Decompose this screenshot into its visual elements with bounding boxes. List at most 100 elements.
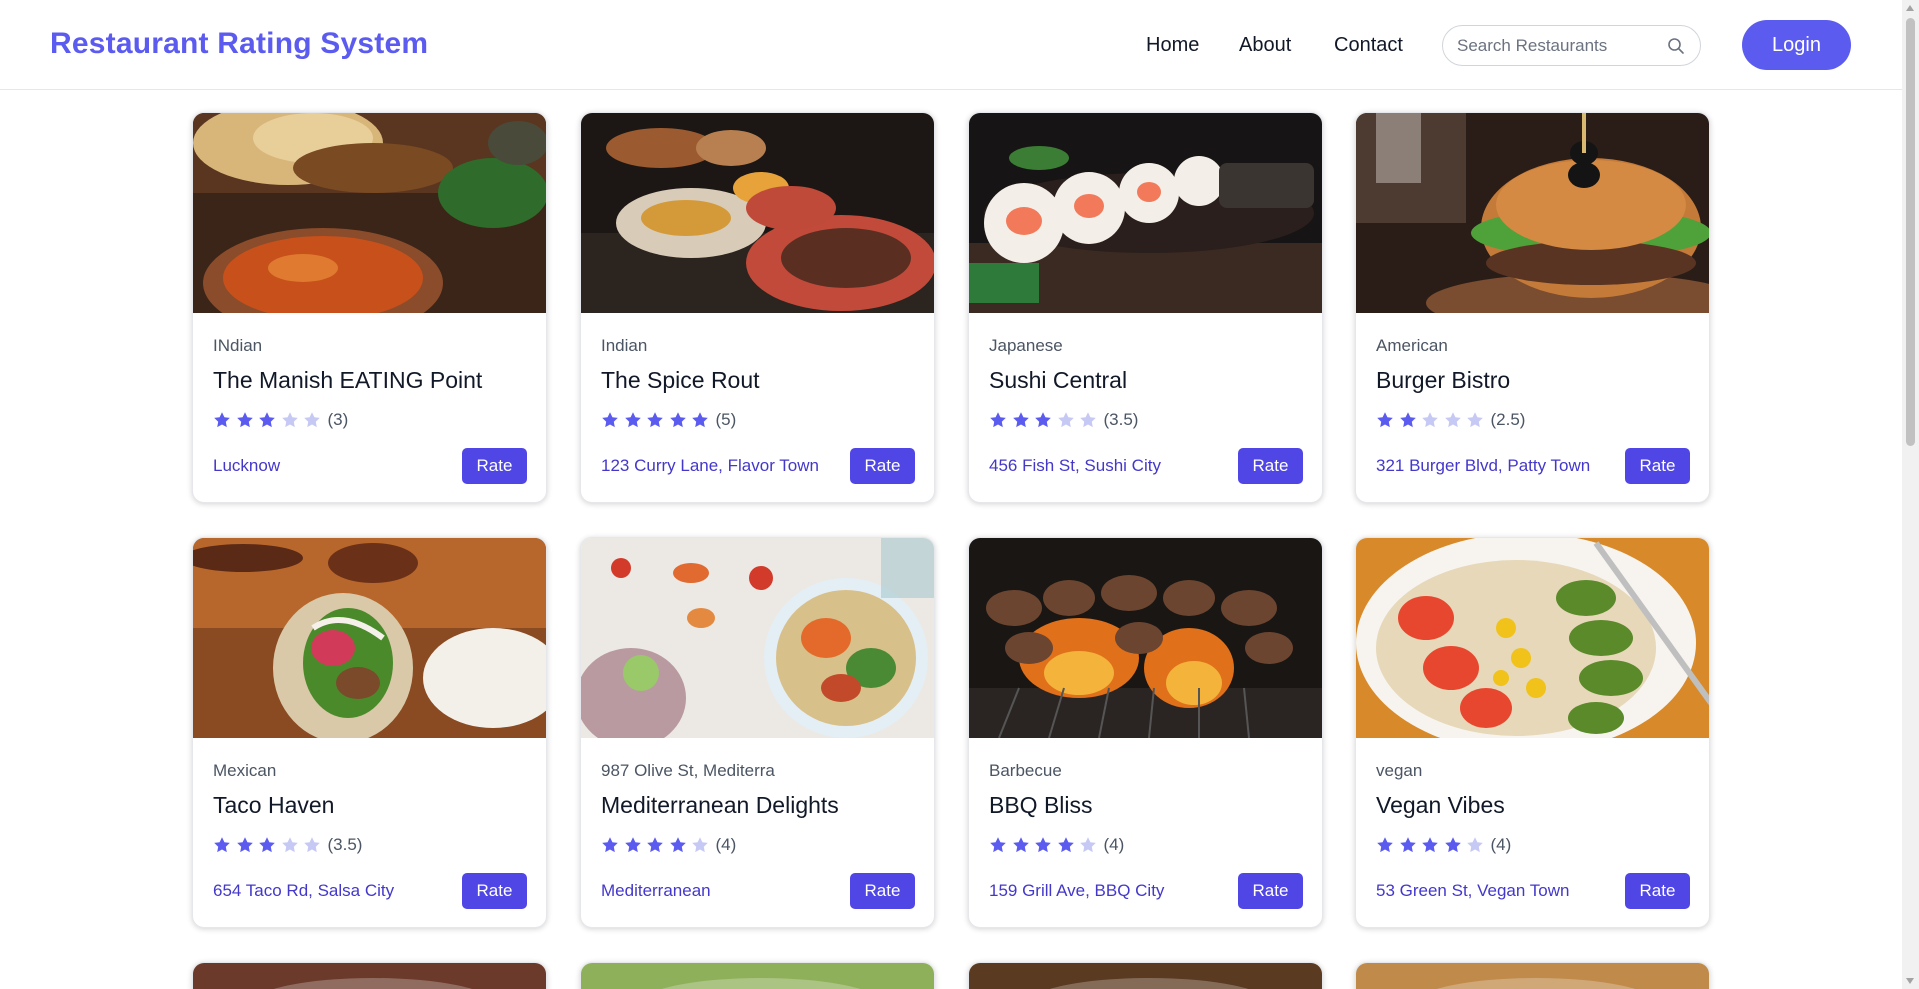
star-filled-icon (990, 412, 1006, 428)
restaurant-cuisine: Japanese (989, 336, 1063, 355)
star-filled-icon (214, 837, 230, 853)
restaurant-card[interactable]: vegan Vegan Vibes (4) 53 Green St, Vegan To… (1355, 537, 1710, 928)
restaurant-card[interactable]: INdian The Manish EATING Point (3) Lucknow R… (192, 112, 547, 503)
star-filled-icon (602, 837, 618, 853)
rate-button[interactable]: Rate (850, 873, 915, 909)
rate-button[interactable]: Rate (1625, 448, 1690, 484)
search-box (1442, 25, 1701, 66)
rating-value: (3) (327, 410, 349, 429)
restaurant-image (581, 113, 934, 313)
restaurant-cuisine: vegan (1376, 761, 1423, 780)
star-rating: (3) (213, 410, 348, 430)
star-empty-icon (1467, 837, 1483, 853)
rate-button[interactable]: Rate (850, 448, 915, 484)
restaurant-location-link[interactable]: 159 Grill Ave, BBQ City (989, 881, 1164, 901)
rate-button[interactable]: Rate (1238, 873, 1303, 909)
page-scrollbar[interactable] (1902, 0, 1919, 989)
star-empty-icon (692, 837, 708, 853)
scroll-up-arrow-icon[interactable] (1906, 5, 1914, 11)
restaurant-card[interactable]: American Burger Bistro (2.5) 321 Burger Blv… (1355, 112, 1710, 503)
restaurant-location-link[interactable]: 456 Fish St, Sushi City (989, 456, 1161, 476)
rating-value: (5) (715, 410, 737, 429)
restaurant-card[interactable]: Mexican Taco Haven (3.5) 654 Taco Rd, Salsa… (192, 537, 547, 928)
star-rating: (3.5) (213, 835, 362, 855)
search-icon[interactable] (1666, 36, 1686, 56)
star-filled-icon (1012, 412, 1029, 428)
star-empty-icon (281, 837, 298, 853)
restaurant-location-link[interactable]: 123 Curry Lane, Flavor Town (601, 456, 819, 476)
search-input[interactable] (1457, 35, 1657, 57)
star-empty-icon (1444, 412, 1461, 428)
restaurant-image (969, 963, 1322, 989)
restaurant-location-link[interactable]: Mediterranean (601, 881, 711, 901)
restaurant-card[interactable] (192, 962, 547, 989)
restaurant-cuisine: American (1376, 336, 1448, 355)
restaurant-image (969, 113, 1322, 313)
star-filled-icon (1422, 837, 1438, 853)
rate-button[interactable]: Rate (1625, 873, 1690, 909)
star-filled-icon (1399, 412, 1416, 428)
rating-value: (4) (1490, 835, 1512, 854)
star-filled-icon (1035, 412, 1051, 428)
rating-value: (4) (715, 835, 737, 854)
restaurant-name: BBQ Bliss (989, 792, 1093, 818)
naan-curry-photo (193, 113, 546, 313)
star-empty-icon (304, 837, 320, 853)
nav-link-about[interactable]: About (1239, 34, 1291, 57)
star-filled-icon (647, 412, 663, 428)
restaurant-location-link[interactable]: 654 Taco Rd, Salsa City (213, 881, 394, 901)
restaurant-card[interactable]: Japanese Sushi Central (3.5) 456 Fish St, S… (968, 112, 1323, 503)
rate-button[interactable]: Rate (462, 873, 527, 909)
restaurant-card[interactable]: 987 Olive St, Mediterra Mediterranean Del… (580, 537, 935, 928)
restaurant-location-link[interactable]: 53 Green St, Vegan Town (1376, 881, 1569, 901)
restaurant-image (1356, 963, 1709, 989)
star-empty-icon (1080, 837, 1096, 853)
indian-platter-photo (581, 113, 934, 313)
rate-button[interactable]: Rate (462, 448, 527, 484)
star-rating: (5) (601, 410, 736, 430)
restaurant-card[interactable] (580, 962, 935, 989)
nav-link-contact[interactable]: Contact (1334, 34, 1403, 57)
star-filled-icon (624, 837, 641, 853)
restaurant-card[interactable]: Indian The Spice Rout (5) 123 Curry Lane, F… (580, 112, 935, 503)
scroll-thumb[interactable] (1906, 18, 1915, 446)
brand-title[interactable]: Restaurant Rating System (50, 27, 428, 61)
star-rating: (3.5) (989, 410, 1138, 430)
restaurant-image (581, 538, 934, 738)
star-empty-icon (1422, 412, 1438, 428)
star-filled-icon (1012, 837, 1029, 853)
salad-bowl-photo (581, 538, 934, 738)
restaurant-name: The Spice Rout (601, 367, 760, 393)
star-filled-icon (624, 412, 641, 428)
restaurant-card[interactable]: Barbecue BBQ Bliss (4) 159 Grill Ave, BBQ C… (968, 537, 1323, 928)
grill-skewers-photo (969, 538, 1322, 738)
star-filled-icon (1377, 837, 1393, 853)
restaurant-card[interactable] (968, 962, 1323, 989)
restaurant-location-link[interactable]: Lucknow (213, 456, 280, 476)
restaurant-location-link[interactable]: 321 Burger Blvd, Patty Town (1376, 456, 1590, 476)
star-empty-icon (1080, 412, 1096, 428)
restaurant-image (1356, 113, 1709, 313)
rating-value: (3.5) (327, 835, 363, 854)
restaurant-name: Taco Haven (213, 792, 335, 818)
avocado-plate-photo (1356, 538, 1709, 738)
restaurant-name: Sushi Central (989, 367, 1128, 393)
star-filled-icon (259, 412, 275, 428)
scroll-down-arrow-icon[interactable] (1906, 978, 1914, 984)
restaurant-image (581, 963, 934, 989)
restaurant-image (193, 963, 546, 989)
star-filled-icon (236, 837, 253, 853)
star-rating: (4) (601, 835, 736, 855)
rating-value: (4) (1103, 835, 1125, 854)
star-filled-icon (236, 412, 253, 428)
star-filled-icon (990, 837, 1006, 853)
nav-link-home[interactable]: Home (1146, 34, 1199, 57)
restaurant-cuisine: Indian (601, 336, 648, 355)
login-button[interactable]: Login (1742, 20, 1851, 70)
navbar: Restaurant Rating System Home About Cont… (0, 0, 1902, 90)
rate-button[interactable]: Rate (1238, 448, 1303, 484)
star-empty-icon (1057, 412, 1074, 428)
restaurant-card[interactable] (1355, 962, 1710, 989)
restaurant-image (1356, 538, 1709, 738)
star-rating: (4) (989, 835, 1124, 855)
